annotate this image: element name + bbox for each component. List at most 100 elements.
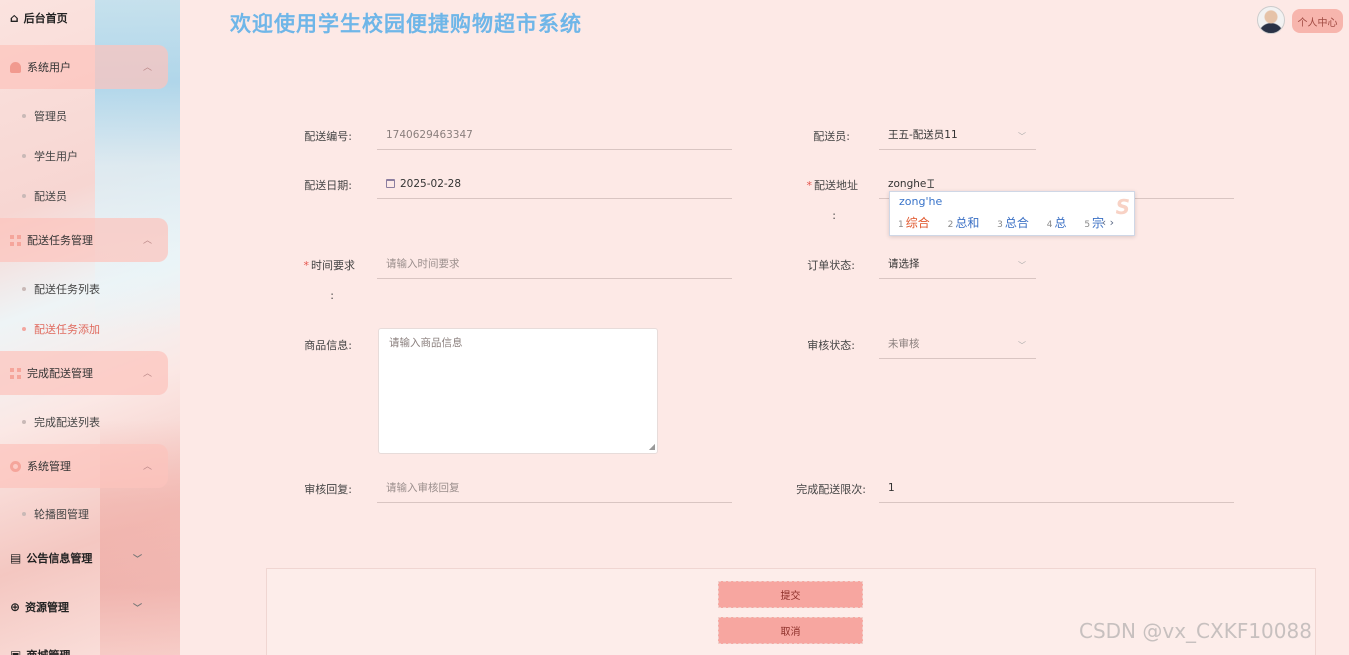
chevron-up-icon: ︿ [142, 462, 152, 472]
avatar[interactable] [1257, 6, 1285, 34]
ime-pinyin: zong'he [899, 195, 943, 208]
sidebar-item-mall[interactable]: ▣ 商城管理 [0, 637, 168, 655]
page-title: 欢迎使用学生校园便捷购物超市系统 [230, 12, 582, 36]
sidebar-item-label: 完成配送列表 [34, 416, 100, 429]
delivery-no-label: 配送编号: [304, 130, 352, 143]
review-reply-label: 审核回复: [304, 483, 352, 496]
sidebar-group-completed[interactable]: 完成配送管理 ︿ [0, 351, 168, 395]
sidebar-item-label: 后台首页 [23, 12, 68, 25]
sidebar-item-label: 资源管理 [25, 601, 70, 614]
sidebar-group-label: 系统用户 [27, 61, 71, 74]
time-req-input[interactable]: 请输入时间要求 [377, 249, 732, 279]
bullet-icon [22, 154, 26, 158]
bullet-icon [22, 194, 26, 198]
required-mark: * [303, 259, 310, 272]
sidebar: ⌂ 后台首页 系统用户 ︿ 管理员 学生用户 配送员 配送任务管理 ︿ 配送任务… [0, 0, 180, 655]
finish-limit-input[interactable]: 1 [879, 473, 1234, 503]
delivery-date-picker[interactable]: 2025-02-28 [377, 169, 732, 199]
chevron-up-icon: ︿ [142, 236, 152, 246]
sidebar-item-label: 公告信息管理 [26, 552, 93, 565]
ime-page-arrows[interactable]: ‹ › [1102, 216, 1114, 229]
grid-icon [10, 367, 21, 379]
sidebar-item-completed-list[interactable]: 完成配送列表 [22, 414, 100, 430]
sidebar-item-label: 配送任务添加 [34, 323, 100, 336]
watermark: CSDN @vx_CXKF10088 [1079, 619, 1312, 643]
sidebar-item-label: 配送员 [34, 190, 67, 203]
ime-logo-icon: S [1115, 195, 1130, 219]
delivery-no-input[interactable]: 1740629463347 [377, 120, 732, 150]
sidebar-group-system[interactable]: 系统管理 ︿ [0, 444, 168, 488]
ime-candidates: 1 综合 2 总和 3 总合 4总 5宗 [898, 214, 1118, 231]
sidebar-item-students[interactable]: 学生用户 [22, 148, 78, 164]
plus-circle-icon: ⊕ [10, 600, 21, 614]
sidebar-item-task-add[interactable]: 配送任务添加 [22, 321, 100, 337]
sidebar-item-label: 学生用户 [34, 150, 78, 163]
user-center-button[interactable]: 个人中心 [1292, 9, 1343, 33]
address-value: zonghe [888, 177, 927, 190]
ime-candidate[interactable]: 3 总合 [997, 216, 1036, 230]
goods-info-textarea[interactable]: 请输入商品信息 ◢ [378, 328, 658, 454]
sidebar-item-task-list[interactable]: 配送任务列表 [22, 281, 100, 297]
sidebar-item-couriers[interactable]: 配送员 [22, 188, 67, 204]
address-label: * 配送地址 [790, 177, 859, 193]
bullet-icon [22, 287, 26, 291]
review-status-label: 审核状态: [807, 339, 855, 352]
cancel-button[interactable]: 取消 [718, 617, 863, 644]
chevron-down-icon: ﹀ [1018, 341, 1026, 350]
sidebar-group-system-users[interactable]: 系统用户 ︿ [0, 45, 168, 89]
chevron-up-icon: ︿ [142, 369, 152, 379]
ime-candidate[interactable]: 4总 [1047, 216, 1074, 230]
time-req-label: * 时间要求 [300, 257, 356, 273]
document-icon: ▤ [10, 551, 22, 565]
sidebar-item-resources[interactable]: ⊕ 资源管理 ﹀ [0, 589, 168, 625]
bullet-icon [22, 512, 26, 516]
ime-candidate[interactable]: 2 总和 [948, 216, 987, 230]
delivery-date-value: 2025-02-28 [400, 177, 462, 190]
submit-button[interactable]: 提交 [718, 581, 863, 608]
sidebar-item-notices[interactable]: ▤ 公告信息管理 ﹀ [0, 540, 168, 576]
grid-icon [10, 234, 21, 246]
finish-limit-label: 完成配送限次: [796, 483, 866, 496]
order-status-label: 订单状态: [807, 259, 855, 272]
ime-candidate[interactable]: 1 综合 [898, 216, 937, 230]
time-req-label-colon: : [330, 289, 334, 302]
sidebar-item-label: 商城管理 [26, 647, 70, 655]
sidebar-item-carousel[interactable]: 轮播图管理 [22, 506, 89, 522]
sidebar-group-label: 配送任务管理 [27, 234, 93, 247]
bullet-icon [22, 114, 26, 118]
resize-grip-icon[interactable]: ◢ [649, 442, 655, 451]
sidebar-item-home[interactable]: ⌂ 后台首页 [0, 0, 168, 36]
order-status-placeholder: 请选择 [888, 258, 920, 270]
sidebar-group-label: 完成配送管理 [27, 367, 93, 380]
sidebar-item-label: 配送任务列表 [34, 283, 100, 296]
review-status-value: 未审核 [888, 338, 920, 350]
goods-info-label: 商品信息: [304, 339, 352, 352]
address-label-colon: : [832, 209, 836, 222]
order-status-select[interactable]: 请选择 ﹀ [879, 249, 1036, 279]
home-icon: ⌂ [10, 11, 19, 25]
goods-info-placeholder: 请输入商品信息 [389, 337, 463, 349]
gear-icon [10, 460, 21, 472]
address-label-text: 配送地址 [814, 179, 858, 192]
text-cursor-icon: Ɪ [927, 177, 935, 191]
chevron-up-icon: ︿ [142, 63, 152, 73]
user-icon [10, 61, 21, 73]
courier-value: 王五-配送员11 [888, 129, 958, 141]
calendar-icon [386, 179, 395, 188]
courier-select[interactable]: 王五-配送员11 ﹀ [879, 120, 1036, 150]
review-status-select[interactable]: 未审核 ﹀ [879, 329, 1036, 359]
delivery-date-label: 配送日期: [304, 179, 352, 192]
ime-candidate-popup[interactable]: zong'he 1 综合 2 总和 3 总合 4总 5宗 ‹ › S [889, 191, 1135, 236]
review-reply-input[interactable]: 请输入审核回复 [377, 473, 732, 503]
sidebar-item-label: 管理员 [34, 110, 67, 123]
sidebar-group-delivery-tasks[interactable]: 配送任务管理 ︿ [0, 218, 168, 262]
chevron-down-icon: ﹀ [1018, 261, 1026, 270]
required-mark: * [806, 179, 813, 192]
chevron-down-icon: ﹀ [132, 554, 142, 565]
time-req-label-text: 时间要求 [311, 259, 355, 272]
courier-label: 配送员: [813, 130, 850, 143]
sidebar-group-label: 系统管理 [27, 460, 71, 473]
store-icon: ▣ [10, 648, 22, 655]
bullet-icon [22, 327, 26, 331]
sidebar-item-admin[interactable]: 管理员 [22, 108, 67, 124]
